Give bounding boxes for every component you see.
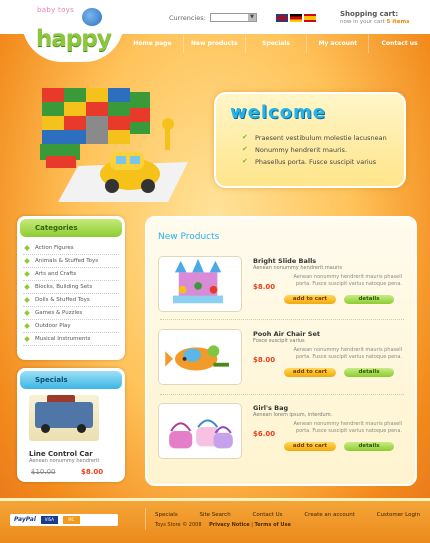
special-product-name[interactable]: Line Control Car	[29, 450, 93, 458]
nav-specials[interactable]: Specials	[246, 35, 308, 53]
category-arts-crafts[interactable]: Arts and Crafts	[23, 268, 119, 281]
page: baby toys happy Currencies: ▼ Shopping c…	[0, 0, 430, 543]
details-button[interactable]: details	[344, 295, 394, 304]
special-old-price: $10.00	[31, 468, 56, 476]
special-new-price: $8.00	[81, 468, 104, 476]
welcome-item: Nonummy hendrerit mauris.	[242, 145, 387, 154]
specials-title: Specials	[20, 371, 122, 389]
wheel-icon	[41, 424, 50, 433]
flag-germany-icon[interactable]	[290, 14, 302, 22]
footer-copyright: Toys Store © 2008 Privacy Notice | Terms…	[155, 522, 291, 528]
product-price: $8.00	[253, 283, 276, 291]
footer-separator	[145, 508, 146, 530]
product-subtitle: Aenean lorem ipsum, interdum.	[253, 412, 333, 418]
add-to-cart-button[interactable]: add to cart	[284, 295, 336, 304]
logo[interactable]: baby toys happy	[22, 0, 124, 62]
details-button[interactable]: details	[344, 368, 394, 377]
product-subtitle: Aenean nonummy hendrerit mauris	[253, 265, 343, 271]
product-card: Bright Slide Balls Aenean nonummy hendre…	[158, 256, 406, 320]
teddy-bear-icon	[82, 8, 102, 26]
footer-link-site-search[interactable]: Site Search	[199, 512, 230, 518]
welcome-item: Phasellus porta. Fusce suscipit varius	[242, 157, 387, 166]
toy-blocks-illustration	[40, 88, 188, 202]
welcome-item: Praesent vestibulum molestie lacusnean	[242, 133, 387, 142]
nav-new-products[interactable]: New products	[184, 35, 246, 53]
terms-link[interactable]: Terms of Use	[255, 522, 291, 528]
product-image[interactable]	[158, 256, 242, 312]
footer-link-create-account[interactable]: Create an account	[304, 512, 355, 518]
product-card: Pooh Air Chair Set Fusce suscipit varius…	[158, 329, 406, 393]
category-musical[interactable]: Musical Instruments	[23, 333, 119, 346]
divider	[160, 319, 404, 320]
product-price: $8.00	[253, 356, 276, 364]
product-description: Aenean nonummy hendrerit mauris phasell …	[293, 274, 402, 287]
details-button[interactable]: details	[344, 442, 394, 451]
divider	[160, 394, 404, 395]
product-description: Aenean nonummy hendrerit mauris phasell …	[293, 347, 402, 360]
product-name[interactable]: Pooh Air Chair Set	[253, 330, 320, 338]
welcome-title: welcome	[230, 102, 327, 123]
wheel-icon	[77, 424, 86, 433]
currency-select[interactable]: ▼	[210, 13, 257, 22]
payment-methods: PayPal VISA MC	[10, 514, 118, 526]
footer-links: Specials Site Search Contact Us Create a…	[155, 512, 420, 518]
category-dolls[interactable]: Dolls & Stuffed Toys	[23, 294, 119, 307]
new-products-title: New Products	[158, 232, 220, 242]
product-subtitle: Fusce suscipit varius	[253, 338, 305, 344]
category-blocks[interactable]: Blocks, Building Sets	[23, 281, 119, 294]
copyright-text: Toys Store © 2008	[155, 522, 202, 528]
chevron-down-icon: ▼	[248, 14, 256, 21]
product-price: $6.00	[253, 430, 276, 438]
paypal-logo: PayPal	[14, 516, 36, 523]
footer-link-contact[interactable]: Contact Us	[253, 512, 283, 518]
visa-icon: VISA	[40, 515, 58, 524]
cart-status-text: now in your cart	[340, 19, 385, 25]
specials-box: Specials Line Control Car Aenean nonummy…	[17, 368, 125, 482]
currencies-label: Currencies:	[169, 14, 206, 22]
product-image[interactable]	[158, 329, 242, 385]
category-animals[interactable]: Animals & Stuffed Toys	[23, 255, 119, 268]
product-card: Girl's Bag Aenean lorem ipsum, interdum.…	[158, 403, 406, 467]
flag-uk-icon[interactable]	[276, 14, 288, 22]
logo-text: happy	[36, 26, 112, 52]
categories-box: Categories Action Figures Animals & Stuf…	[17, 216, 125, 360]
categories-title: Categories	[20, 219, 122, 237]
nav-my-account[interactable]: My account	[307, 35, 370, 53]
footer-divider	[0, 498, 430, 501]
category-action-figures[interactable]: Action Figures	[23, 242, 119, 255]
category-outdoor[interactable]: Outdoor Play	[23, 320, 119, 333]
footer-link-specials[interactable]: Specials	[155, 512, 178, 518]
special-product-desc: Aenean nonummy hendrerit	[29, 458, 100, 464]
footer-link-customer-login[interactable]: Customer Login	[377, 512, 420, 518]
cart-count[interactable]: 5 items	[387, 19, 410, 25]
flag-spain-icon[interactable]	[304, 14, 316, 22]
nav-home[interactable]: Home page	[122, 35, 184, 53]
product-image[interactable]	[158, 403, 242, 459]
categories-list: Action Figures Animals & Stuffed Toys Ar…	[17, 240, 125, 348]
add-to-cart-button[interactable]: add to cart	[284, 368, 336, 377]
logo-tagline: baby toys	[37, 6, 75, 14]
privacy-link[interactable]: Privacy Notice	[209, 522, 250, 528]
nav-contact-us[interactable]: Contact us	[369, 35, 430, 53]
cart-status: now in your cart 5 items	[340, 19, 410, 25]
welcome-list: Praesent vestibulum molestie lacusnean N…	[242, 133, 387, 170]
add-to-cart-button[interactable]: add to cart	[284, 442, 336, 451]
shopping-cart-title[interactable]: Shopping cart:	[340, 10, 398, 18]
product-name[interactable]: Bright Slide Balls	[253, 257, 316, 265]
product-name[interactable]: Girl's Bag	[253, 404, 288, 412]
product-description: Aenean nonummy hendrerit mauris phasell …	[293, 421, 402, 434]
main-nav: Home page New products Specials My accou…	[122, 35, 430, 53]
mastercard-icon: MC	[62, 515, 80, 524]
category-games[interactable]: Games & Puzzles	[23, 307, 119, 320]
